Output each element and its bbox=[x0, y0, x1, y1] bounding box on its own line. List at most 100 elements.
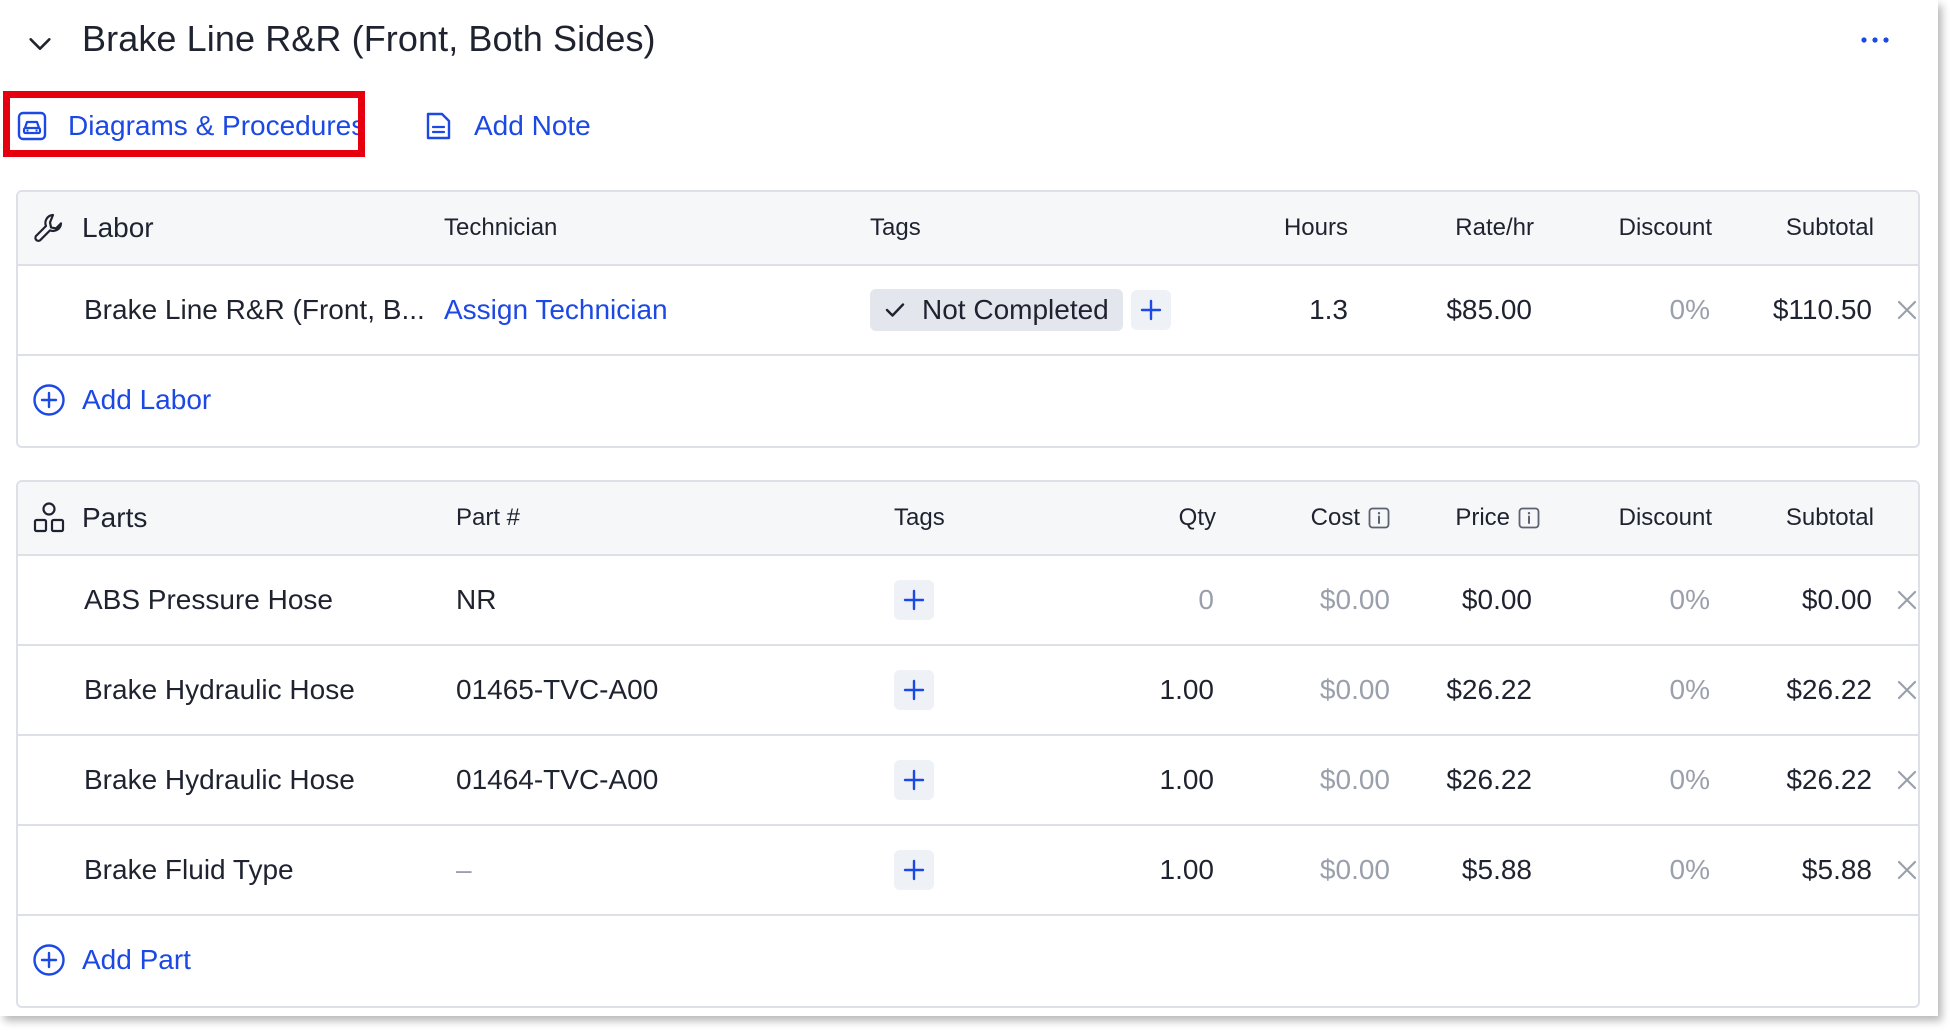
part-price[interactable]: $26.22 bbox=[1388, 736, 1532, 824]
add-part-label: Add Part bbox=[82, 944, 191, 975]
assign-technician-link[interactable]: Assign Technician bbox=[444, 266, 784, 354]
add-part-button[interactable]: Add Part bbox=[32, 916, 332, 1004]
info-icon[interactable] bbox=[1518, 507, 1540, 529]
add-labor-row: Add Labor bbox=[18, 356, 1918, 444]
note-icon bbox=[422, 110, 454, 142]
part-cost[interactable]: $0.00 bbox=[1238, 646, 1390, 734]
part-discount[interactable]: 0% bbox=[1558, 646, 1710, 734]
col-subtotal: Subtotal bbox=[1785, 214, 1874, 241]
plus-circle-icon bbox=[33, 384, 65, 416]
service-card: Brake Line R&R (Front, Both Sides) Diagr… bbox=[0, 0, 1938, 1016]
col-technician: Technician bbox=[444, 214, 558, 241]
remove-part-button[interactable] bbox=[1892, 585, 1918, 615]
remove-part-cell bbox=[1892, 826, 1918, 914]
remove-part-cell bbox=[1892, 556, 1918, 644]
remove-part-cell bbox=[1892, 646, 1918, 734]
part-price[interactable]: $0.00 bbox=[1388, 556, 1532, 644]
status-tag-chip[interactable]: Not Completed bbox=[870, 289, 1123, 331]
part-subtotal: $26.22 bbox=[1786, 764, 1872, 795]
part-discount[interactable]: 0% bbox=[1558, 736, 1710, 824]
plus-icon bbox=[1140, 299, 1161, 321]
labor-tags-cell: Not Completed bbox=[870, 266, 1190, 354]
labor-name: Brake Line R&R (Front, B... bbox=[84, 294, 425, 325]
add-labor-label: Add Labor bbox=[82, 384, 212, 415]
close-icon bbox=[1897, 770, 1917, 790]
add-tag-button[interactable] bbox=[894, 670, 934, 710]
col-tags: Tags bbox=[894, 504, 945, 531]
service-title: Brake Line R&R (Front, Both Sides) bbox=[82, 18, 656, 59]
part-cost[interactable]: $0.00 bbox=[1238, 826, 1390, 914]
diagrams-procedures-link[interactable]: Diagrams & Procedures bbox=[16, 104, 365, 148]
remove-part-button[interactable] bbox=[1892, 765, 1918, 795]
add-tag-button[interactable] bbox=[894, 760, 934, 800]
part-qty[interactable]: 1.00 bbox=[1078, 826, 1215, 914]
col-discount: Discount bbox=[1618, 214, 1712, 241]
labor-row[interactable]: Brake Line R&R (Front, B... Assign Techn… bbox=[18, 266, 1918, 356]
labor-section-title: Labor bbox=[82, 212, 154, 243]
col-cost: Cost bbox=[1238, 482, 1390, 554]
col-hours: Hours bbox=[1283, 214, 1348, 241]
close-icon bbox=[1897, 680, 1917, 700]
part-tags-cell bbox=[894, 646, 994, 734]
labor-table: Labor Technician Tags Hours Rate/hr Disc… bbox=[16, 190, 1920, 448]
part-row[interactable]: Brake Fluid Type – 1.00 $0.00 $5.88 0% $… bbox=[18, 826, 1918, 916]
collapse-button[interactable] bbox=[22, 26, 58, 62]
plus-circle-icon bbox=[33, 944, 65, 976]
info-icon[interactable] bbox=[1368, 507, 1390, 529]
part-qty[interactable]: 1.00 bbox=[1078, 736, 1215, 824]
part-discount[interactable]: 0% bbox=[1558, 826, 1710, 914]
remove-part-button[interactable] bbox=[1892, 855, 1918, 885]
part-qty[interactable]: 1.00 bbox=[1078, 646, 1215, 734]
part-tags-cell bbox=[894, 826, 994, 914]
remove-labor-button[interactable] bbox=[1892, 295, 1918, 325]
part-qty[interactable]: 0 bbox=[1078, 556, 1214, 644]
diagrams-procedures-label: Diagrams & Procedures bbox=[68, 110, 366, 141]
part-name: Brake Hydraulic Hose bbox=[84, 764, 355, 795]
service-header: Brake Line R&R (Front, Both Sides) bbox=[0, 0, 1938, 84]
wrench-icon bbox=[32, 192, 72, 264]
add-note-link[interactable]: Add Note bbox=[422, 104, 591, 148]
part-row[interactable]: Brake Hydraulic Hose 01464-TVC-A00 1.00 … bbox=[18, 736, 1918, 826]
page: Brake Line R&R (Front, Both Sides) Diagr… bbox=[0, 0, 1950, 1032]
col-price: Price bbox=[1388, 482, 1540, 554]
part-name: ABS Pressure Hose bbox=[84, 584, 333, 615]
col-qty: Qty bbox=[1178, 504, 1216, 531]
labor-rate[interactable]: $85.00 bbox=[1378, 266, 1532, 354]
part-row[interactable]: ABS Pressure Hose NR 0 $0.00 $0.00 0% $0… bbox=[18, 556, 1918, 646]
remove-part-button[interactable] bbox=[1892, 675, 1918, 705]
close-icon bbox=[1897, 300, 1917, 320]
part-discount[interactable]: 0% bbox=[1558, 556, 1710, 644]
part-number: NR bbox=[456, 584, 497, 615]
remove-part-cell bbox=[1892, 736, 1918, 824]
add-tag-button[interactable] bbox=[1130, 290, 1171, 330]
labor-discount[interactable]: 0% bbox=[1558, 266, 1710, 354]
part-cost[interactable]: $0.00 bbox=[1238, 556, 1390, 644]
plus-icon bbox=[903, 859, 925, 881]
add-tag-button[interactable] bbox=[894, 850, 934, 890]
labor-hours[interactable]: 1.3 bbox=[1198, 266, 1348, 354]
part-subtotal: $5.88 bbox=[1801, 854, 1872, 885]
part-cost[interactable]: $0.00 bbox=[1238, 736, 1390, 824]
parts-table: Parts Part # Tags Qty Cost Price Discoun… bbox=[16, 480, 1920, 1008]
part-price[interactable]: $5.88 bbox=[1388, 826, 1532, 914]
plus-icon bbox=[903, 679, 925, 701]
part-row[interactable]: Brake Hydraulic Hose 01465-TVC-A00 1.00 … bbox=[18, 646, 1918, 736]
part-price[interactable]: $26.22 bbox=[1388, 646, 1532, 734]
add-labor-button[interactable]: Add Labor bbox=[32, 356, 332, 444]
more-options-button[interactable] bbox=[1850, 22, 1900, 58]
col-price-label: Price bbox=[1455, 504, 1510, 531]
col-subtotal: Subtotal bbox=[1785, 504, 1874, 531]
labor-table-header: Labor Technician Tags Hours Rate/hr Disc… bbox=[18, 192, 1918, 266]
col-cost-label: Cost bbox=[1310, 504, 1360, 531]
labor-subtotal: $110.50 bbox=[1772, 294, 1872, 325]
remove-labor-cell bbox=[1892, 266, 1918, 354]
ellipsis-icon bbox=[1861, 37, 1889, 43]
part-number: – bbox=[456, 854, 472, 885]
car-document-icon bbox=[16, 110, 48, 142]
part-number: 01464-TVC-A00 bbox=[456, 764, 659, 795]
add-tag-button[interactable] bbox=[894, 580, 934, 620]
add-part-row: Add Part bbox=[18, 916, 1918, 1004]
col-discount: Discount bbox=[1618, 504, 1712, 531]
plus-icon bbox=[903, 769, 925, 791]
part-subtotal: $26.22 bbox=[1786, 674, 1872, 705]
